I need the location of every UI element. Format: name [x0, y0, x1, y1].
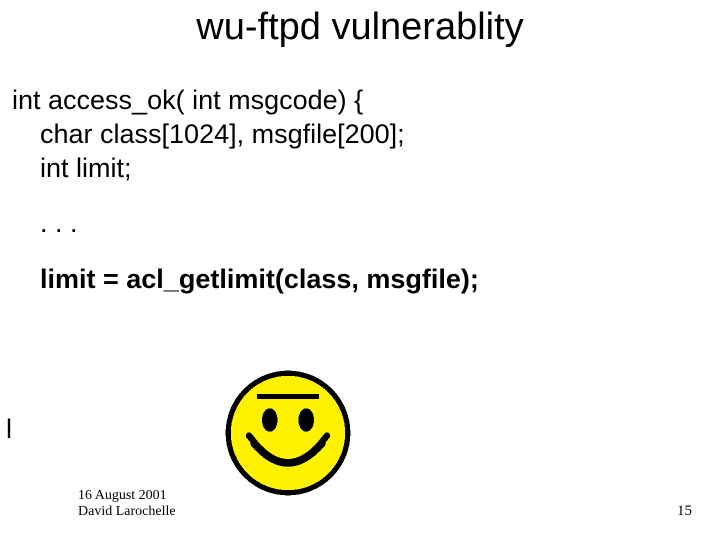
stray-char: l: [6, 414, 12, 445]
code-line-2: char class[1024], msgfile[200];: [12, 118, 708, 152]
footer-author: David Larochelle: [78, 504, 176, 520]
footer-left: 16 August 2001 David Larochelle: [78, 488, 176, 520]
code-block: int access_ok( int msgcode) { char class…: [12, 84, 708, 297]
code-line-3: int limit;: [12, 152, 708, 186]
page-number: 15: [677, 503, 692, 520]
slide-title: wu-ftpd vulnerablity: [0, 6, 720, 49]
footer-date: 16 August 2001: [78, 488, 176, 504]
code-ellipsis: . . .: [12, 207, 708, 241]
smiley-image: [218, 368, 358, 498]
code-line-assign: limit = acl_getlimit(class, msgfile);: [12, 263, 708, 297]
code-line-1: int access_ok( int msgcode) {: [12, 84, 708, 118]
